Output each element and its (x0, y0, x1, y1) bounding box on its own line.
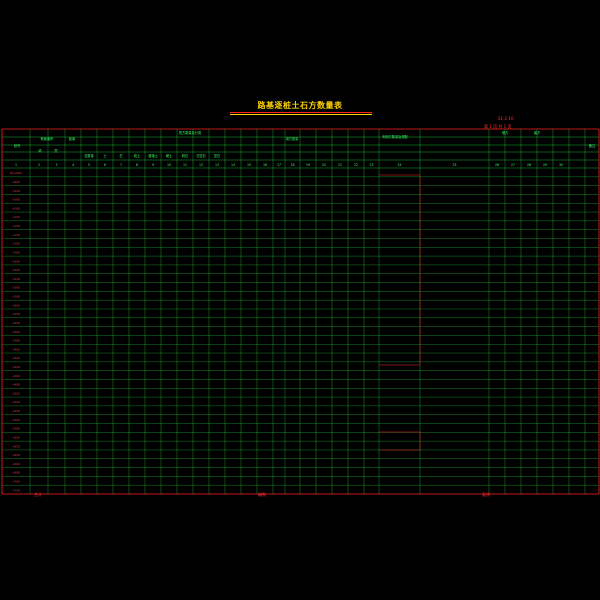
station-label: +640 (12, 453, 20, 457)
station-label: +340 (12, 321, 20, 325)
header-index: 9 (152, 163, 154, 167)
header-index: 20 (322, 163, 326, 167)
header-index: 14 (231, 163, 235, 167)
station-label: +280 (12, 295, 20, 299)
header-index: 16 (263, 163, 267, 167)
header-distance: 距离 (69, 136, 75, 141)
header-index: 5 (88, 163, 90, 167)
header-index: 28 (527, 163, 531, 167)
station-label: +220 (12, 268, 20, 272)
station-label: +300 (12, 303, 20, 307)
header-remarks: 备注 (589, 143, 596, 148)
footer-checked: 复核 (482, 492, 490, 497)
station-label: +160 (12, 242, 20, 246)
station-label: +180 (12, 250, 20, 254)
station-label: +440 (12, 365, 20, 369)
header-index: 17 (277, 163, 281, 167)
header-borrow: 借方 (502, 130, 508, 135)
station-label: +660 (12, 462, 20, 466)
station-label: +480 (12, 383, 20, 387)
header-index: 15 (247, 163, 251, 167)
header-subcol: 软石 (182, 153, 188, 158)
header-index: 26 (495, 163, 499, 167)
station-label: +500 (12, 391, 20, 395)
header-cut-volume: 挖方数量及分类 (179, 130, 202, 135)
header-index: 2 (38, 163, 40, 167)
station-label: +040 (12, 189, 20, 193)
header-cut: 挖 (54, 148, 58, 153)
station-label: +540 (12, 409, 20, 413)
station-label: +060 (12, 198, 20, 202)
header-index: 23 (369, 163, 373, 167)
header-station: 桩号 (14, 143, 20, 148)
header-index: 3 (55, 163, 57, 167)
header-index: 13 (215, 163, 219, 167)
header-index: 22 (354, 163, 358, 167)
station-label: +320 (12, 312, 20, 316)
station-label: +360 (12, 330, 20, 334)
station-label: K0+000 (10, 171, 22, 175)
station-label: +240 (12, 277, 20, 281)
header-index: 27 (511, 163, 515, 167)
earthwork-table: 桩号 断面面积填 挖 距离 挖方数量及分类填方数量 利用方数量及调配 借方 废方备注总数量 土 石… (1, 128, 600, 495)
station-label: +420 (12, 356, 20, 360)
header-index: 30 (559, 163, 563, 167)
station-label: +080 (12, 206, 20, 210)
header-subcol: 总数量 (84, 153, 94, 158)
station-label: +700 (12, 480, 20, 484)
header-index: 25 (452, 163, 456, 167)
header-subcol: 石 (119, 154, 122, 158)
station-label: +680 (12, 471, 20, 475)
header-fill: 填 (38, 148, 42, 153)
station-label: +460 (12, 374, 20, 378)
header-index: 1 (15, 163, 17, 167)
station-label: +620 (12, 444, 20, 448)
header-subcol: 松土 (134, 153, 141, 158)
header-utilization: 利用方数量及调配 (382, 134, 408, 139)
header-subcol: 次坚石 (196, 153, 206, 158)
station-label: +380 (12, 339, 20, 343)
header-subcol: 硬土 (166, 153, 173, 158)
station-label: +400 (12, 347, 20, 351)
header-index: 12 (199, 163, 203, 167)
header-index: 11 (183, 163, 187, 167)
station-label: +140 (12, 233, 20, 237)
station-label: +260 (12, 286, 20, 290)
header-index: 7 (120, 163, 122, 167)
header-area: 断面面积 (41, 136, 55, 141)
header-index: 8 (136, 163, 138, 167)
station-label: +200 (12, 259, 20, 263)
header-index: 4 (72, 163, 74, 167)
header-subcol: 土 (103, 153, 107, 158)
station-label: +120 (12, 224, 20, 228)
header-index: 10 (167, 163, 171, 167)
station-label: +100 (12, 215, 20, 219)
station-label: +020 (12, 180, 20, 184)
station-label: +520 (12, 400, 20, 404)
station-label: +580 (12, 427, 20, 431)
header-index: 19 (306, 163, 310, 167)
header-index: 18 (290, 163, 294, 167)
station-label: +600 (12, 435, 20, 439)
header-subcol: 普通土 (148, 153, 158, 158)
header-index: 29 (543, 163, 547, 167)
header-index: 6 (104, 163, 106, 167)
footer-prepared: 编制 (258, 492, 266, 497)
header-index: 21 (338, 163, 342, 167)
footer-total: 合计 (34, 492, 42, 497)
header-waste: 废方 (534, 130, 540, 135)
station-label: +720 (12, 488, 20, 492)
station-label: +560 (12, 418, 20, 422)
header-fill-volume: 填方数量 (286, 136, 300, 141)
header-index: 24 (397, 163, 401, 167)
header-subcol: 坚石 (214, 153, 220, 158)
